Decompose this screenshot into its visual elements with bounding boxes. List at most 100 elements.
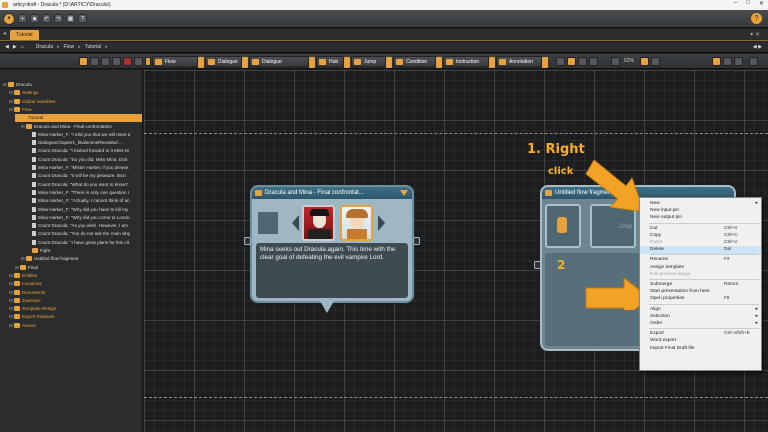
tree-item[interactable]: ⊟ Flow [9,106,142,114]
tree-item[interactable]: ⊟ Tutorial [15,114,142,123]
dialogue-fragment-button[interactable]: Dialogue Fragment [249,56,315,76]
dialogue-node-text[interactable]: Mina seeks out Dracula again. This time … [256,243,408,298]
tree-item[interactable]: Fight [27,247,142,255]
menu-item[interactable]: Import Final Draft file [640,345,761,353]
list-view-icon[interactable] [723,57,732,66]
tab-overflow-icon[interactable]: ▾ ✕ [750,31,760,38]
tree-item[interactable]: Count Dracula: "You do not ask the main … [27,230,142,238]
tree-item[interactable]: Mina Harker_F: "Why did you come to Lond… [27,214,142,222]
tab-scroll-icon[interactable]: ◂ [3,29,6,40]
tree-item[interactable]: Mina Harker_F: "Mister Harker, if you pl… [27,164,142,172]
tree-item[interactable]: ⊟ Locations [9,280,142,288]
menu-item[interactable]: Open properties F8 [640,295,761,303]
menu-item[interactable]: Order ▸ [640,320,761,328]
tree-item[interactable]: Count Dracula: "As you wish. However, I … [27,222,142,230]
back-icon[interactable]: ◀ [5,44,9,50]
new-icon[interactable]: + [18,14,27,23]
dialogue-node[interactable]: Dracula and Mina - Final confrontat... M… [244,185,420,313]
hub-button[interactable]: Hub [316,56,350,68]
annotation-button[interactable]: Annotation [496,56,548,68]
scroll-right-icon[interactable] [378,215,385,231]
collapse-icon[interactable] [400,190,408,196]
tree-item[interactable]: ⊟ Settings [9,89,142,97]
tree-item[interactable]: ⊟ Export Rulesets [9,313,142,321]
tree-item[interactable]: ⊟ Dracula and Mina - Final confrontation [21,123,142,131]
menu-item[interactable]: New output pin [640,214,761,222]
tree-item[interactable]: ⊟ Documents [9,289,142,297]
annotation-step2: 2 [557,258,566,272]
dialogue-node-header[interactable]: Dracula and Mina - Final confrontat... [252,187,412,199]
grid-snap-icon[interactable] [556,57,565,66]
breadcrumb-tutorial[interactable]: Tutorial [85,44,102,50]
tree-item[interactable]: Mina Harker_F: "I told you that we will … [27,131,142,139]
menu-item[interactable]: Delete Del [640,246,761,255]
tree-item-label: Tutorial [28,115,44,121]
font-icon[interactable] [578,57,587,66]
tree-item[interactable]: ⊟ Global Variables [9,98,142,106]
undo-icon[interactable]: ↶ [42,14,51,23]
breadcrumb-nav-arrows-icon[interactable]: ◀ ▶ [753,44,762,50]
home-icon[interactable]: ⌂ [21,44,24,50]
tree-item[interactable]: ⊟ Entities [9,272,142,280]
tree-item[interactable]: ⊟ Template Design [9,305,142,313]
tree-item[interactable]: Count Dracula: "What do you want to know… [27,181,142,189]
tree-item[interactable]: Count Dracula: "So you did, Miss Mina. D… [27,156,142,164]
help-button[interactable]: ? [751,13,762,24]
tree-item[interactable]: Mina Harker_F: "There is only one questi… [27,189,142,197]
scroll-left-icon[interactable] [292,215,299,231]
condition-button[interactable]: Condition [393,56,442,68]
jump-button[interactable]: Jump [351,56,392,68]
menu-item[interactable]: Edit preview image [640,271,761,279]
view-mode-icon[interactable] [712,57,721,66]
save-icon[interactable]: ■ [30,14,39,23]
tree-item[interactable]: Mina Harker_F: "Why did you have to kill… [27,206,142,214]
minimize-icon[interactable]: – [734,0,737,7]
canvas-boundary-bottom [144,397,768,398]
tree-item[interactable]: ⊟ Untitled flow fragment [21,255,142,263]
context-menu: New ▸ New input pin New output pin Cut Ctrl+X… [639,197,762,371]
tree-item[interactable]: ⊟ Dracula [3,81,142,89]
options-icon[interactable] [134,57,143,66]
color-icon[interactable] [567,57,576,66]
flow-fragment-button[interactable]: Flow Fragment [152,56,204,76]
tab-tutorial[interactable]: Tutorial [10,30,39,40]
tree-item[interactable]: Count Dracula: "It will be my pleasure. … [27,172,142,180]
doc-icon [32,148,36,154]
search-icon[interactable] [90,57,99,66]
navigator-tree: ⊟ Dracula ⊟ Settings ⊟ Global Variables ⊟ Flow ⊟… [0,70,143,432]
close-icon[interactable]: ✕ [759,0,764,7]
instruction-button[interactable]: Instruction [443,56,495,68]
zoom-value[interactable]: 62% [624,58,634,64]
panel-view-icon[interactable] [749,57,758,66]
help-small-icon[interactable]: ? [78,14,87,23]
tile-view-icon[interactable] [734,57,743,66]
maximize-icon[interactable]: □ [746,0,750,7]
forward-icon[interactable]: ▶ [13,44,17,50]
tree-item[interactable]: Count Dracula: "I have great plans for t… [27,239,142,247]
record-icon[interactable] [123,57,132,66]
align-icon[interactable] [589,57,598,66]
target-icon[interactable] [101,57,110,66]
zoom-icon[interactable] [611,57,620,66]
redo-icon[interactable]: ↷ [54,14,63,23]
grid-icon[interactable]: ▦ [66,14,75,23]
doc-icon [32,131,36,137]
tree-item[interactable]: ⊟ Final [15,264,142,272]
tree-item[interactable]: Mina Harker_F: "Actually, I cannot think… [27,197,142,205]
breadcrumb-dracula[interactable]: Dracula [36,44,53,50]
menu-item-label: Align [650,306,661,312]
layout-icon[interactable] [651,57,660,66]
tree-item[interactable]: Count Dracula: "I looked forward to it M… [27,147,142,155]
presentation-icon[interactable] [640,57,649,66]
output-pin[interactable] [413,237,420,245]
lock-icon[interactable] [112,57,121,66]
tree-item[interactable]: ⊟ Journeys [9,297,142,305]
tree-item[interactable]: DialogueChapter1_finalsceneRevealed ... [27,139,142,147]
filter-icon[interactable] [79,57,88,66]
tree-item[interactable]: ⊟ Assets [9,322,142,330]
input-pin[interactable] [244,237,251,245]
breadcrumb-flow[interactable]: Flow [64,44,75,50]
flow-fragment-icon[interactable] [145,57,151,66]
dialogue-button[interactable]: Dialogue [205,56,248,68]
app-menu-button[interactable]: ● [3,12,15,25]
